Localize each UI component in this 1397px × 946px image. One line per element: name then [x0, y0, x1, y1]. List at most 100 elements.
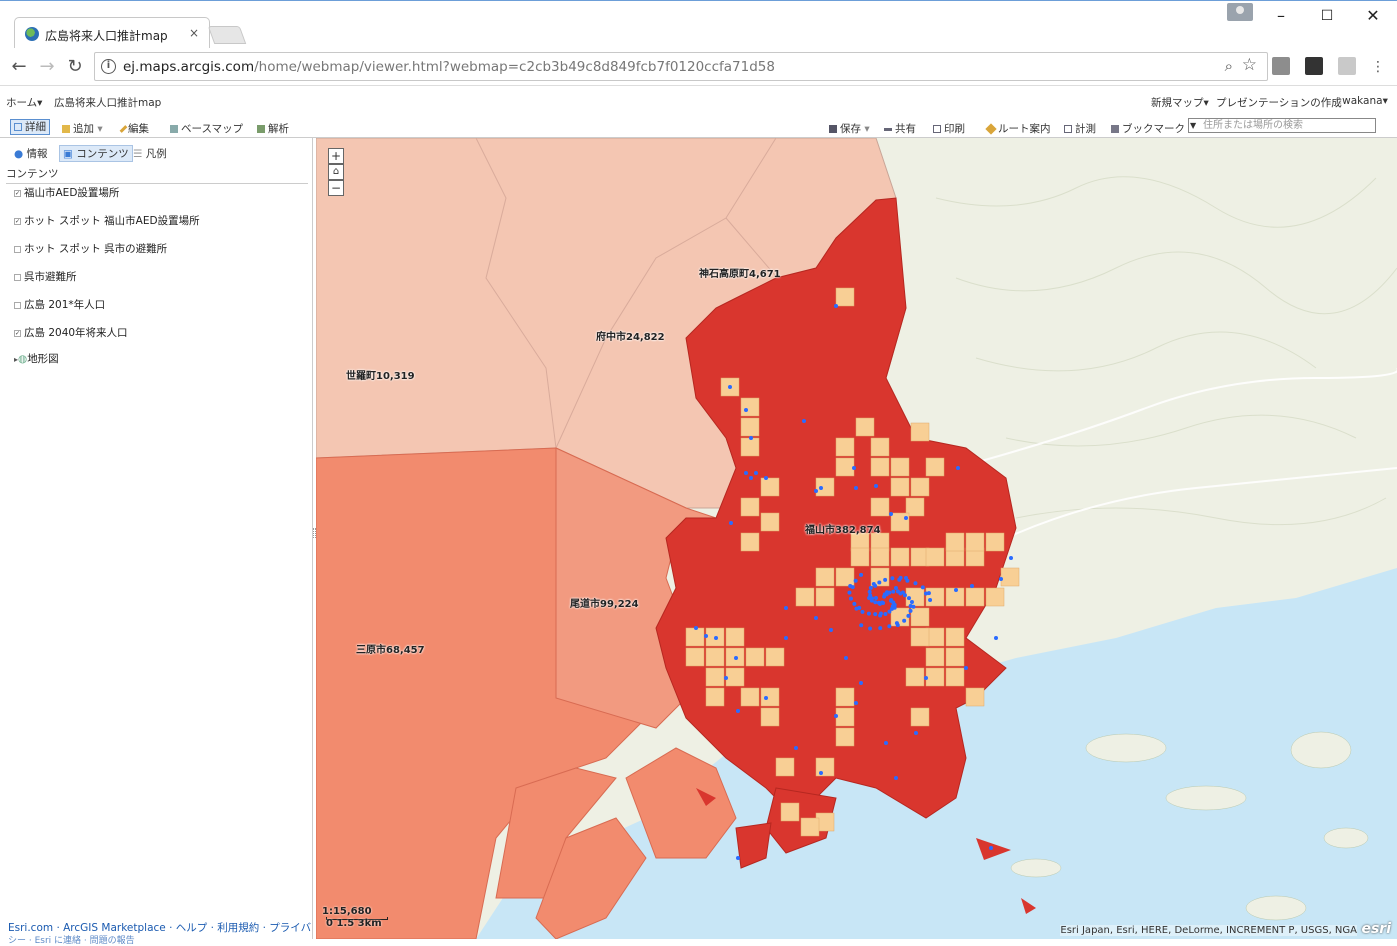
layer-checkbox[interactable]: ✓ [14, 217, 21, 225]
directions-button[interactable]: ルート案内 [985, 121, 1051, 136]
menu-dots-icon[interactable]: ⋮ [1366, 55, 1390, 79]
new-map-menu[interactable]: 新規マップ▾ [1151, 95, 1209, 110]
save-button[interactable]: 保存 ▾ [829, 121, 870, 136]
legend-icon: ☰ [133, 148, 143, 160]
hotspot-cell [685, 627, 705, 647]
extension-grid-icon[interactable] [1338, 57, 1356, 75]
close-window-button[interactable]: ✕ [1350, 1, 1396, 31]
hotspot-cell [725, 667, 745, 687]
hotspot-cell [905, 667, 925, 687]
analysis-button[interactable]: 解析 [257, 121, 289, 136]
aed-point [694, 626, 698, 630]
extension-film-icon[interactable] [1305, 57, 1323, 75]
new-tab-button[interactable] [207, 26, 247, 44]
aed-point [867, 589, 872, 594]
add-button[interactable]: 追加 ▾ [62, 121, 103, 136]
hotspot-cell [815, 587, 835, 607]
aed-point [853, 578, 858, 583]
bookmark-icon [1111, 125, 1119, 133]
aed-point [764, 696, 768, 700]
layer-checkbox[interactable]: ✓ [14, 329, 21, 337]
aed-point [749, 436, 753, 440]
layer-checkbox[interactable]: ✓ [14, 189, 21, 197]
hotspot-cell [890, 512, 910, 532]
layer-checkbox[interactable] [14, 273, 21, 281]
details-button[interactable]: 詳細 [10, 119, 50, 135]
hotspot-cell [850, 547, 870, 567]
details-icon [14, 123, 22, 131]
aed-point [906, 613, 911, 618]
aed-point [924, 676, 928, 680]
browser-tab[interactable]: 広島将来人口推計map × [14, 17, 210, 49]
layer-item[interactable]: ✓ ホット スポット 福山市AED設置場所 [14, 213, 200, 228]
map-toolbar: 詳細 追加 ▾ 編集 ベースマップ 解析 保存 ▾ 共有 印刷 ルート案内 計測… [0, 116, 1397, 138]
layer-item[interactable]: ホット スポット 呉市の避難所 [14, 241, 167, 256]
aed-point [989, 846, 993, 850]
hotspot-cell [945, 647, 965, 667]
zoom-in-button[interactable]: + [328, 148, 344, 164]
close-tab-icon[interactable]: × [189, 26, 199, 40]
profile-icon[interactable] [1227, 3, 1253, 21]
tab-legend[interactable]: ☰ 凡例 [133, 146, 167, 161]
hotspot-cell [925, 547, 945, 567]
layer-item[interactable]: 広島 201*年人口 [14, 297, 105, 312]
home-menu[interactable]: ホーム▾ [6, 95, 42, 110]
hotspot-cell [965, 687, 985, 707]
layer-checkbox[interactable] [14, 245, 21, 253]
url-text[interactable]: ej.maps.arcgis.com/home/webmap/viewer.ht… [123, 59, 775, 75]
map-title: 広島将来人口推計map [54, 97, 162, 109]
basemap-button[interactable]: ベースマップ [170, 121, 243, 136]
zoom-icon[interactable]: ⌕ [1225, 57, 1233, 75]
edit-button[interactable]: 編集 [119, 121, 149, 136]
maximize-button[interactable]: ☐ [1304, 1, 1350, 31]
reload-icon[interactable]: ↻ [63, 55, 87, 79]
map-label-mihara: 三原市68,457 [356, 645, 425, 656]
print-button[interactable]: 印刷 [933, 121, 965, 136]
hotspot-cell [780, 802, 800, 822]
forward-icon[interactable]: → [35, 55, 59, 79]
hotspot-cell [835, 727, 855, 747]
layer-item[interactable]: ✓ 広島 2040年将来人口 [14, 325, 128, 340]
back-icon[interactable]: ← [7, 55, 31, 79]
user-menu[interactable]: ▫wakana▾ [1335, 95, 1388, 107]
layer-checkbox[interactable] [14, 301, 21, 309]
map-view[interactable]: 神石高原町4,671 府中市24,822 世羅町10,319 福山市382,87… [316, 138, 1397, 939]
aed-point [854, 701, 858, 705]
layer-item[interactable]: 呉市避難所 [14, 269, 77, 284]
info-icon[interactable]: i [101, 59, 116, 74]
share-button[interactable]: 共有 [884, 121, 916, 136]
aed-point [859, 572, 864, 577]
bookmark-star-icon[interactable]: ☆ [1242, 55, 1257, 75]
footer-links-2[interactable]: シー · Esri に連絡 · 問題の報告 [8, 933, 135, 946]
home-button[interactable]: ⌂ [328, 164, 344, 180]
aed-point [854, 486, 858, 490]
zoom-out-button[interactable]: − [328, 180, 344, 196]
hotspot-cell [740, 497, 760, 517]
aed-point [897, 577, 902, 582]
tab-info[interactable]: ● 情報 [14, 146, 48, 161]
basemap-layer-item[interactable]: ▸◍地形図 [14, 351, 59, 366]
print-icon [933, 125, 941, 133]
bookmarks-button[interactable]: ブックマーク [1111, 121, 1185, 136]
aed-point [819, 771, 823, 775]
hotspot-cell [890, 547, 910, 567]
aed-point [714, 636, 718, 640]
location-search-input[interactable]: 住所または場所の検索 [1188, 118, 1376, 133]
aed-point [928, 597, 933, 602]
measure-button[interactable]: 計測 [1064, 121, 1096, 136]
aed-point [873, 583, 878, 588]
hotspot-cell [705, 687, 725, 707]
extension-s-icon[interactable] [1272, 57, 1290, 75]
aed-point [880, 600, 885, 605]
create-presentation-link[interactable]: プレゼンテーションの作成 [1216, 95, 1342, 110]
measure-icon [1064, 125, 1072, 133]
aed-point [891, 589, 896, 594]
tab-contents[interactable]: ▣ コンテンツ [59, 145, 133, 162]
address-bar[interactable]: i ej.maps.arcgis.com/home/webmap/viewer.… [94, 52, 1268, 81]
aed-point [905, 578, 910, 583]
hotspot-cell [760, 687, 780, 707]
aed-point [904, 516, 908, 520]
hotspot-cell [925, 457, 945, 477]
minimize-button[interactable]: – [1258, 1, 1304, 31]
layer-item[interactable]: ✓ 福山市AED設置場所 [14, 185, 119, 200]
